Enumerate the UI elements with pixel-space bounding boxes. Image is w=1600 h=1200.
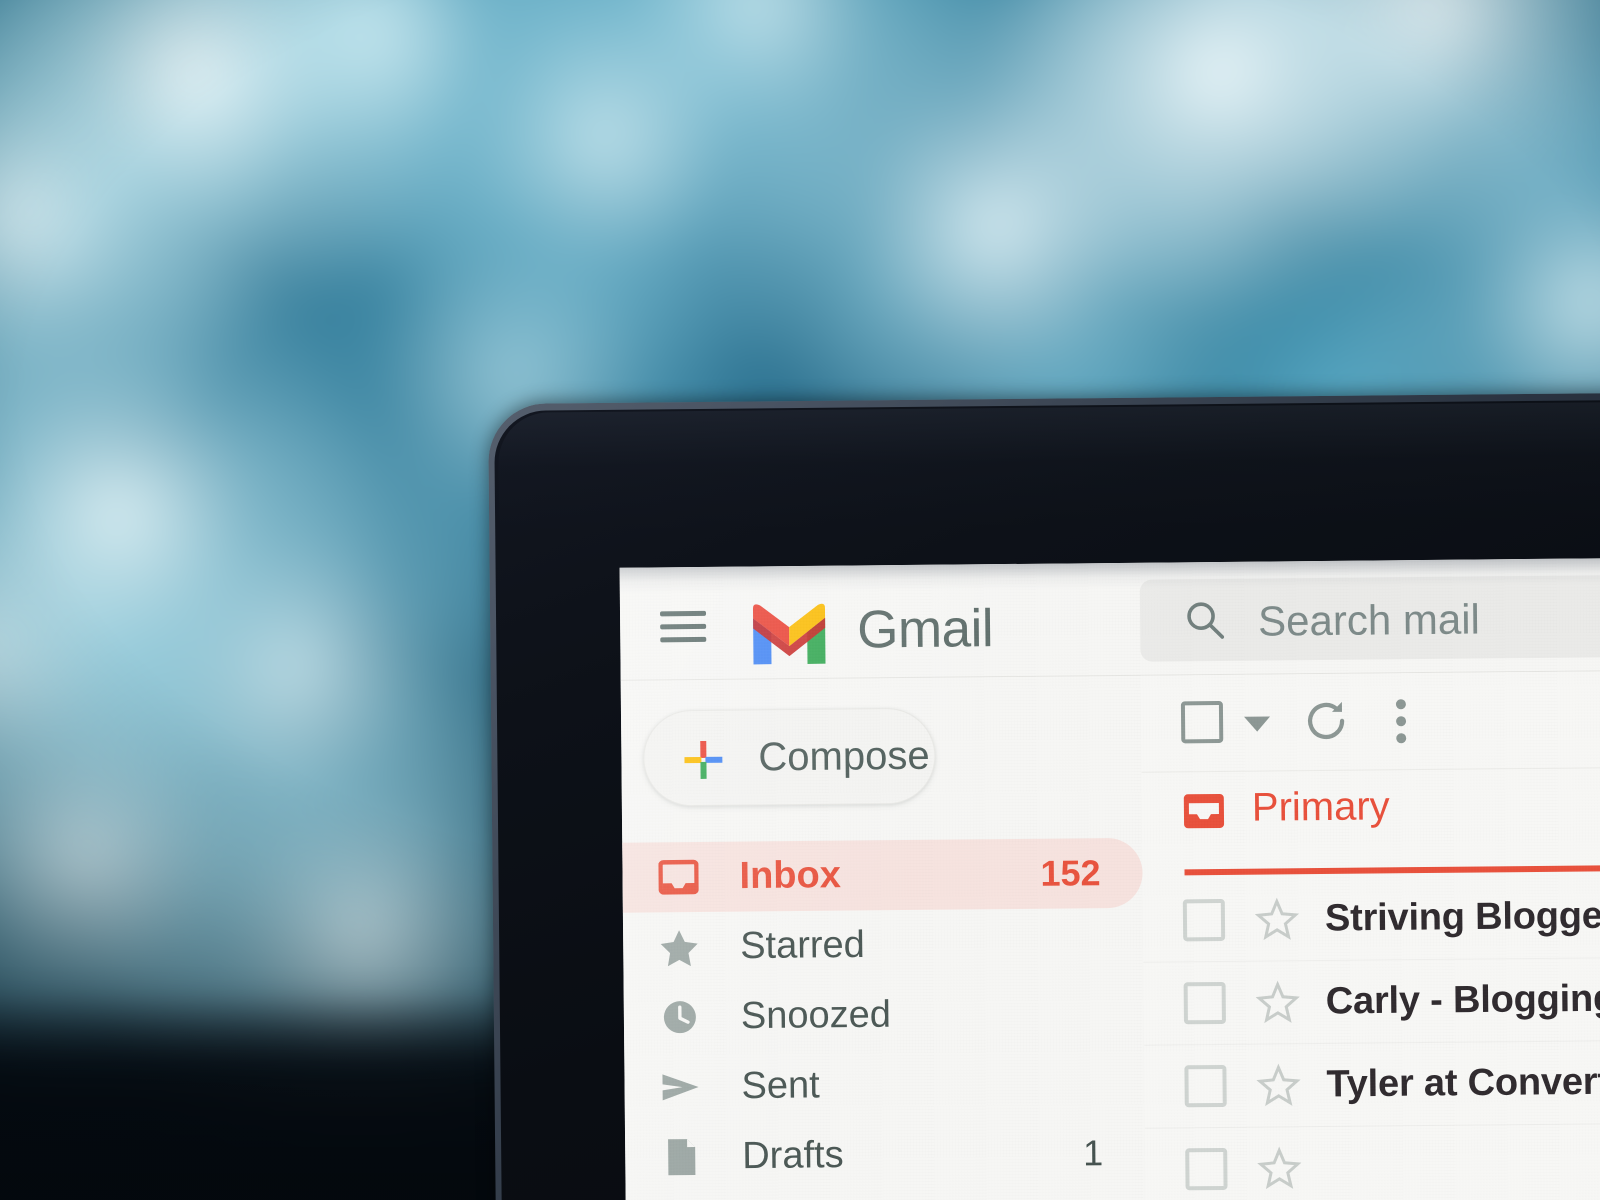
mail-category-tabs: Primary — [1142, 768, 1600, 876]
search-icon — [1186, 601, 1225, 639]
plus-icon — [684, 740, 723, 779]
compose-button-label: Compose — [758, 733, 930, 780]
more-vertical-icon[interactable] — [1395, 699, 1407, 744]
sidebar-item-label: Drafts — [742, 1134, 844, 1178]
table-row[interactable]: Striving Blogger — [1142, 874, 1600, 963]
gmail-m-logo-icon — [747, 602, 832, 665]
sidebar-item-label: Snoozed — [740, 993, 892, 1038]
star-icon[interactable] — [1256, 1063, 1301, 1107]
sidebar-item-count: 152 — [1040, 852, 1101, 894]
sidebar-item-count: 1 — [1082, 1132, 1104, 1174]
sidebar-nav-list: Inbox 152 Starred Snoozed Sent Drafts 1 — [622, 837, 1146, 1193]
mail-sender: Carly - Blogging Li. — [1325, 977, 1600, 1023]
table-row[interactable] — [1144, 1123, 1600, 1200]
sidebar-item-label: Inbox — [739, 854, 842, 898]
row-checkbox[interactable] — [1183, 981, 1226, 1025]
tab-primary[interactable]: Primary — [1142, 773, 1390, 875]
row-checkbox[interactable] — [1182, 898, 1226, 942]
more-dot — [1396, 733, 1407, 744]
inbox-icon — [658, 857, 699, 897]
table-row[interactable]: Tyler at ConvertKit — [1144, 1040, 1600, 1129]
search-mail-field[interactable]: Search mail — [1139, 573, 1600, 662]
drafts-icon — [661, 1137, 701, 1177]
sidebar-item-sent[interactable]: Sent — [624, 1048, 1145, 1123]
more-dot — [1396, 716, 1407, 727]
select-all-checkbox[interactable] — [1180, 700, 1224, 744]
inbox-icon — [1182, 792, 1226, 830]
more-dot — [1395, 699, 1406, 710]
sidebar-item-inbox[interactable]: Inbox 152 — [622, 837, 1143, 913]
tab-active-underline — [1184, 864, 1600, 876]
star-icon[interactable] — [1254, 897, 1300, 941]
mail-list-panel: Primary Striving Blogger Carly - Bloggin… — [1140, 670, 1600, 1200]
gmail-wordmark: Gmail — [856, 599, 994, 660]
laptop-screen: Gmail Search mail Compose Inbox 152 Star… — [619, 557, 1600, 1200]
refresh-icon[interactable] — [1301, 696, 1351, 746]
mail-sender: Tyler at ConvertKit — [1326, 1060, 1600, 1106]
sidebar-item-label: Sent — [741, 1064, 820, 1108]
sidebar-item-label: Starred — [740, 923, 866, 968]
row-checkbox[interactable] — [1184, 1064, 1227, 1108]
hamburger-bar — [660, 636, 707, 643]
laptop-bezel-sheen — [498, 401, 1600, 533]
mail-sender: Striving Blogger — [1324, 894, 1600, 940]
laptop-device: Gmail Search mail Compose Inbox 152 Star… — [488, 392, 1600, 1200]
gmail-header: Gmail Search mail — [620, 558, 1600, 681]
sidebar-item-snoozed[interactable]: Snoozed — [624, 978, 1145, 1053]
hamburger-bar — [660, 623, 707, 630]
send-icon — [660, 1067, 700, 1107]
compose-button[interactable]: Compose — [642, 707, 936, 807]
table-row[interactable]: Carly - Blogging Li. — [1143, 957, 1600, 1046]
mail-row-list: Striving Blogger Carly - Blogging Li. — [1142, 874, 1600, 1200]
hamburger-menu-icon[interactable] — [659, 610, 707, 643]
sidebar-item-drafts[interactable]: Drafts 1 — [625, 1118, 1146, 1193]
chevron-down-icon[interactable] — [1244, 716, 1271, 732]
sidebar-item-starred[interactable]: Starred — [623, 908, 1144, 983]
star-icon[interactable] — [1255, 980, 1300, 1024]
search-input-placeholder: Search mail — [1257, 595, 1481, 645]
hamburger-bar — [659, 610, 707, 617]
mail-list-toolbar — [1141, 671, 1600, 773]
clock-icon — [660, 997, 700, 1037]
row-checkbox[interactable] — [1185, 1147, 1228, 1191]
gmail-sidebar: Compose Inbox 152 Starred Snoozed Sent D… — [621, 676, 1146, 1200]
gmail-app-window: Gmail Search mail Compose Inbox 152 Star… — [619, 557, 1600, 1200]
star-icon — [659, 927, 699, 967]
tab-label: Primary — [1251, 784, 1390, 830]
star-icon[interactable] — [1257, 1146, 1302, 1190]
